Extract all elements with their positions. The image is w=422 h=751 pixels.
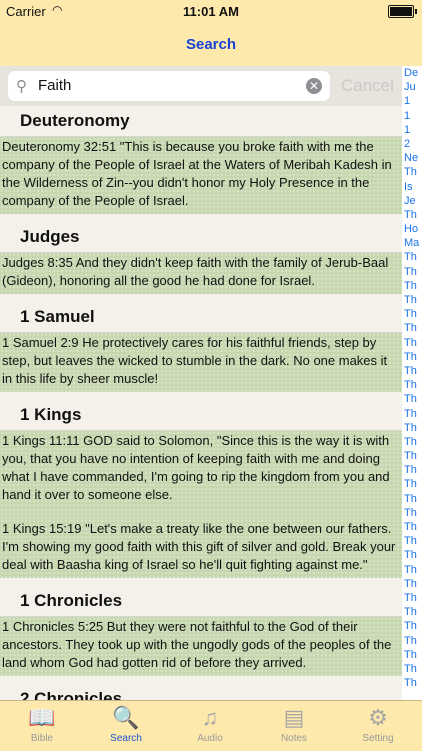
gear-icon: ⚙ <box>368 705 388 730</box>
index-letter[interactable]: Th <box>402 321 422 335</box>
index-letter[interactable]: Ho <box>402 222 422 236</box>
notes-icon: ▤ <box>283 705 305 730</box>
index-letter[interactable]: De <box>402 66 422 80</box>
index-letter[interactable]: Th <box>402 492 422 506</box>
index-letter[interactable]: Th <box>402 548 422 562</box>
tab-audio[interactable]: ♫ Audio <box>168 703 252 751</box>
index-letter[interactable]: Th <box>402 165 422 179</box>
index-letter[interactable]: Is <box>402 180 422 194</box>
index-letter[interactable]: Th <box>402 619 422 633</box>
index-letter[interactable]: 1 <box>402 109 422 123</box>
search-icon: 🔍 <box>112 705 140 730</box>
index-letter[interactable]: Th <box>402 407 422 421</box>
verse-result[interactable]: 1 Kings 15:19 "Let's make a treaty like … <box>0 519 402 578</box>
index-letter[interactable]: Th <box>402 208 422 222</box>
index-letter[interactable]: Th <box>402 676 422 690</box>
index-letter[interactable]: Th <box>402 563 422 577</box>
index-letter[interactable]: Th <box>402 605 422 619</box>
tab-label: Notes <box>280 733 308 744</box>
index-letter[interactable]: Th <box>402 648 422 662</box>
section-header: 1 Chronicles <box>0 586 402 617</box>
index-letter[interactable]: Th <box>402 534 422 548</box>
section-index[interactable]: De Ju 1 1 1 2 Ne Th Is Je Th Ho Ma Th Th Th Th Th Th Th Th Th… <box>402 66 422 700</box>
index-letter[interactable]: 1 <box>402 94 422 108</box>
clock: 11:01 AM <box>183 4 239 19</box>
index-letter[interactable]: 2 <box>402 137 422 151</box>
tab-setting[interactable]: ⚙ Setting <box>336 703 420 751</box>
index-letter[interactable]: 1 <box>402 123 422 137</box>
index-letter[interactable]: Th <box>402 463 422 477</box>
index-letter[interactable]: Th <box>402 307 422 321</box>
index-letter[interactable]: Ma <box>402 236 422 250</box>
index-letter[interactable]: Th <box>402 279 422 293</box>
tab-bar: 📖 Bible 🔍 Search ♫ Audio ▤ Notes ⚙ Setting <box>0 700 422 751</box>
results-list[interactable]: Deuteronomy Deuteronomy 32:51 "This is be… <box>0 106 402 700</box>
index-letter[interactable]: Th <box>402 634 422 648</box>
index-letter[interactable]: Th <box>402 662 422 676</box>
search-input[interactable]: ⚲ Faith ✕ <box>8 71 330 101</box>
tab-notes[interactable]: ▤ Notes <box>252 703 336 751</box>
index-letter[interactable]: Th <box>402 591 422 605</box>
tab-label: Setting <box>362 733 394 744</box>
index-letter[interactable]: Th <box>402 577 422 591</box>
index-letter[interactable]: Ju <box>402 80 422 94</box>
verse-result[interactable]: 1 Kings 11:11 GOD said to Solomon, "Sinc… <box>0 431 402 508</box>
index-letter[interactable]: Th <box>402 435 422 449</box>
tab-search[interactable]: 🔍 Search <box>84 703 168 751</box>
index-letter[interactable]: Th <box>402 250 422 264</box>
index-letter[interactable]: Th <box>402 449 422 463</box>
status-bar: Carrier ◠ 11:01 AM <box>0 0 422 22</box>
music-note-icon: ♫ <box>201 705 219 730</box>
index-letter[interactable]: Th <box>402 392 422 406</box>
index-letter[interactable]: Th <box>402 477 422 491</box>
section-header: Deuteronomy <box>0 106 402 137</box>
search-query[interactable]: Faith <box>38 77 71 94</box>
section-header: 1 Kings <box>0 400 402 431</box>
search-icon: ⚲ <box>16 78 27 95</box>
result-spacer <box>0 508 402 519</box>
index-letter[interactable]: Th <box>402 364 422 378</box>
index-letter[interactable]: Th <box>402 350 422 364</box>
index-letter[interactable]: Th <box>402 421 422 435</box>
clear-icon[interactable]: ✕ <box>306 78 322 94</box>
tab-label: Search <box>110 733 142 744</box>
index-letter[interactable]: Th <box>402 265 422 279</box>
section-header: 2 Chronicles <box>0 684 402 700</box>
index-letter[interactable]: Th <box>402 506 422 520</box>
tab-bible[interactable]: 📖 Bible <box>0 703 84 751</box>
index-letter[interactable]: Th <box>402 520 422 534</box>
top-bar: Carrier ◠ 11:01 AM Search <box>0 0 422 66</box>
tab-label: Audio <box>197 733 223 744</box>
verse-result[interactable]: Deuteronomy 32:51 "This is because you b… <box>0 137 402 214</box>
page-title: Search <box>185 36 237 53</box>
index-letter[interactable]: Je <box>402 194 422 208</box>
index-letter[interactable]: Th <box>402 293 422 307</box>
section-header: Judges <box>0 222 402 253</box>
battery-icon <box>388 5 417 18</box>
book-icon: 📖 <box>28 705 56 730</box>
verse-result[interactable]: 1 Chronicles 5:25 But they were not fait… <box>0 617 402 676</box>
verse-result[interactable]: Judges 8:35 And they didn't keep faith w… <box>0 253 402 294</box>
cancel-button[interactable]: Cancel <box>341 76 394 96</box>
section-header: 1 Samuel <box>0 302 402 333</box>
index-letter[interactable]: Th <box>402 336 422 350</box>
verse-result[interactable]: 1 Samuel 2:9 He protectively cares for h… <box>0 333 402 392</box>
tab-label: Bible <box>30 733 54 744</box>
index-letter[interactable]: Th <box>402 378 422 392</box>
index-letter[interactable]: Ne <box>402 151 422 165</box>
